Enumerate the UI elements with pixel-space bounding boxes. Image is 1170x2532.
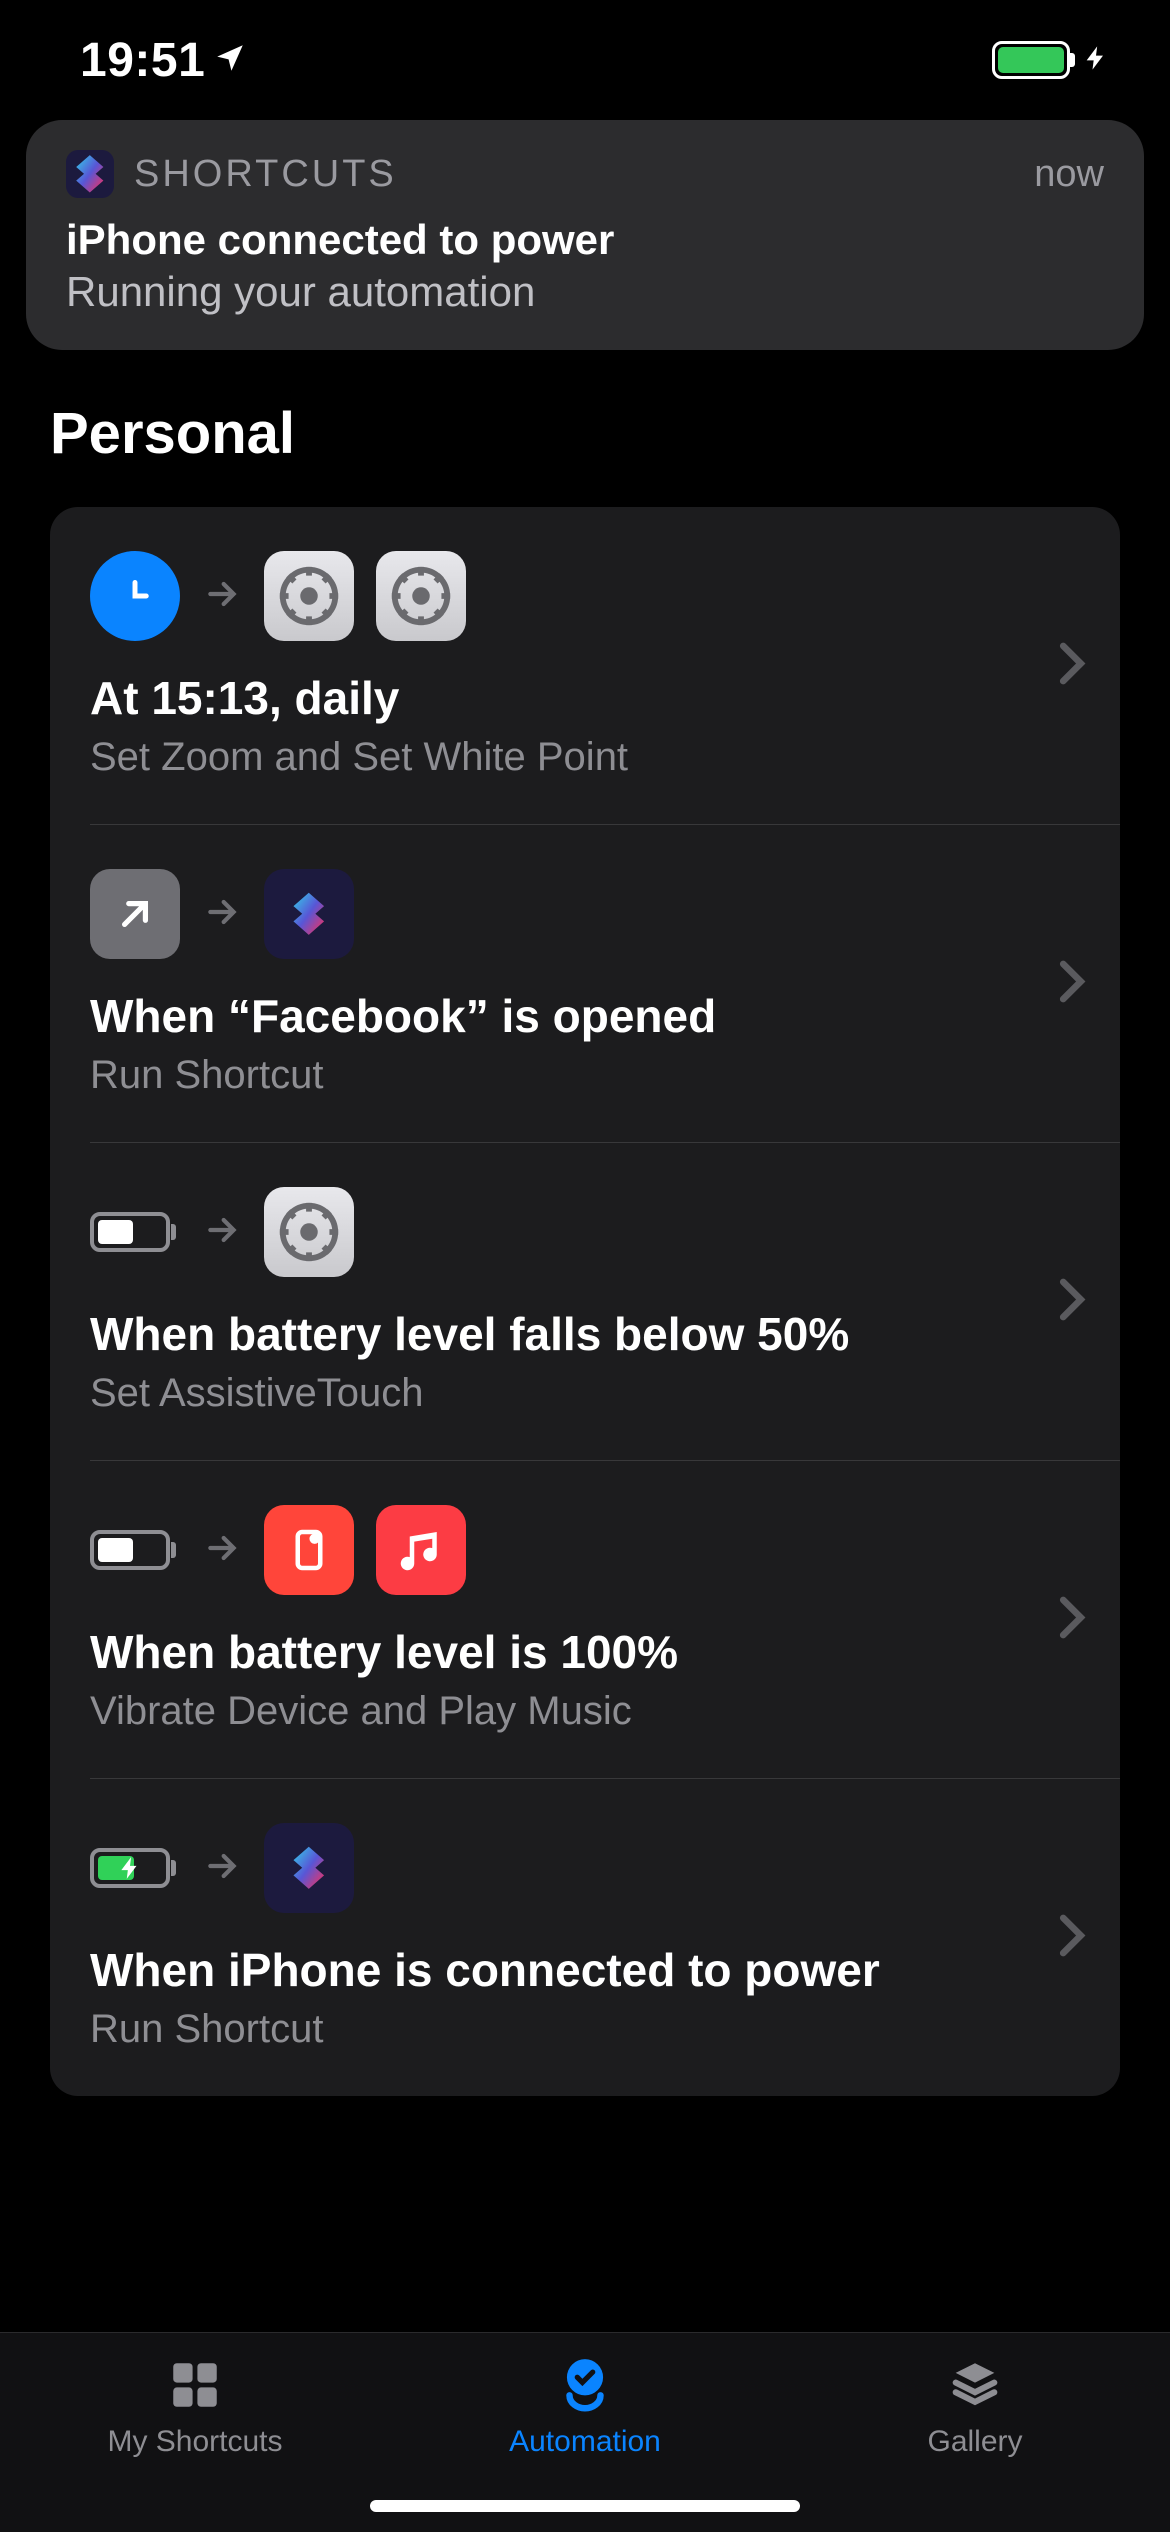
tab-gallery[interactable]: Gallery — [782, 2355, 1168, 2459]
automation-row[interactable]: At 15:13, daily Set Zoom and Set White P… — [50, 507, 1120, 824]
charging-bolt-icon — [1082, 38, 1110, 83]
grid-icon — [166, 2355, 224, 2415]
vibrate-icon — [264, 1505, 354, 1595]
chevron-right-icon — [1058, 1595, 1086, 1644]
notification-time: now — [1034, 153, 1104, 196]
notification-title: iPhone connected to power — [66, 216, 1104, 264]
automation-row[interactable]: When “Facebook” is opened Run Shortcut — [90, 824, 1120, 1142]
automation-title: When “Facebook” is opened — [90, 989, 1080, 1043]
arrow-icon — [202, 892, 242, 937]
settings-icon — [264, 1187, 354, 1277]
home-indicator[interactable] — [370, 2500, 800, 2512]
open-app-icon — [90, 869, 180, 959]
automation-row[interactable]: When battery level falls below 50% Set A… — [90, 1142, 1120, 1460]
arrow-icon — [202, 1846, 242, 1891]
status-bar: 19:51 — [0, 0, 1170, 110]
automation-icon — [554, 2355, 616, 2415]
tab-automation[interactable]: Automation — [392, 2355, 778, 2459]
location-icon — [213, 41, 247, 80]
arrow-icon — [202, 1528, 242, 1573]
notification-app-name: SHORTCUTS — [134, 153, 397, 196]
automation-title: When battery level falls below 50% — [90, 1307, 1080, 1361]
chevron-right-icon — [1058, 641, 1086, 690]
battery-level-icon — [90, 1530, 180, 1570]
tab-label: Automation — [509, 2425, 661, 2459]
shortcuts-icon — [264, 869, 354, 959]
gallery-icon — [946, 2355, 1004, 2415]
battery-icon — [992, 41, 1070, 79]
chevron-right-icon — [1058, 1913, 1086, 1962]
charging-icon — [90, 1848, 180, 1888]
automation-subtitle: Vibrate Device and Play Music — [90, 1689, 1080, 1734]
settings-icon — [376, 551, 466, 641]
automation-title: When iPhone is connected to power — [90, 1943, 1080, 1997]
automation-title: At 15:13, daily — [90, 671, 1080, 725]
automation-list: At 15:13, daily Set Zoom and Set White P… — [50, 507, 1120, 2096]
automation-title: When battery level is 100% — [90, 1625, 1080, 1679]
notification-subtitle: Running your automation — [66, 268, 1104, 316]
automation-subtitle: Set AssistiveTouch — [90, 1371, 1080, 1416]
automation-subtitle: Run Shortcut — [90, 1053, 1080, 1098]
tab-my-shortcuts[interactable]: My Shortcuts — [2, 2355, 388, 2459]
battery-level-icon — [90, 1212, 180, 1252]
tab-label: Gallery — [927, 2425, 1022, 2459]
tab-label: My Shortcuts — [107, 2425, 282, 2459]
section-title: Personal — [0, 350, 1170, 497]
shortcuts-app-icon — [66, 150, 114, 198]
notification-banner[interactable]: SHORTCUTS now iPhone connected to power … — [26, 120, 1144, 350]
chevron-right-icon — [1058, 959, 1086, 1008]
shortcuts-icon — [264, 1823, 354, 1913]
arrow-icon — [202, 1210, 242, 1255]
settings-icon — [264, 551, 354, 641]
automation-subtitle: Run Shortcut — [90, 2007, 1080, 2052]
automation-row[interactable]: When iPhone is connected to power Run Sh… — [90, 1778, 1120, 2096]
music-icon — [376, 1505, 466, 1595]
clock-icon — [90, 551, 180, 641]
arrow-icon — [202, 574, 242, 619]
status-time: 19:51 — [80, 33, 205, 88]
automation-row[interactable]: When battery level is 100% Vibrate Devic… — [90, 1460, 1120, 1778]
chevron-right-icon — [1058, 1277, 1086, 1326]
automation-subtitle: Set Zoom and Set White Point — [90, 735, 1080, 780]
